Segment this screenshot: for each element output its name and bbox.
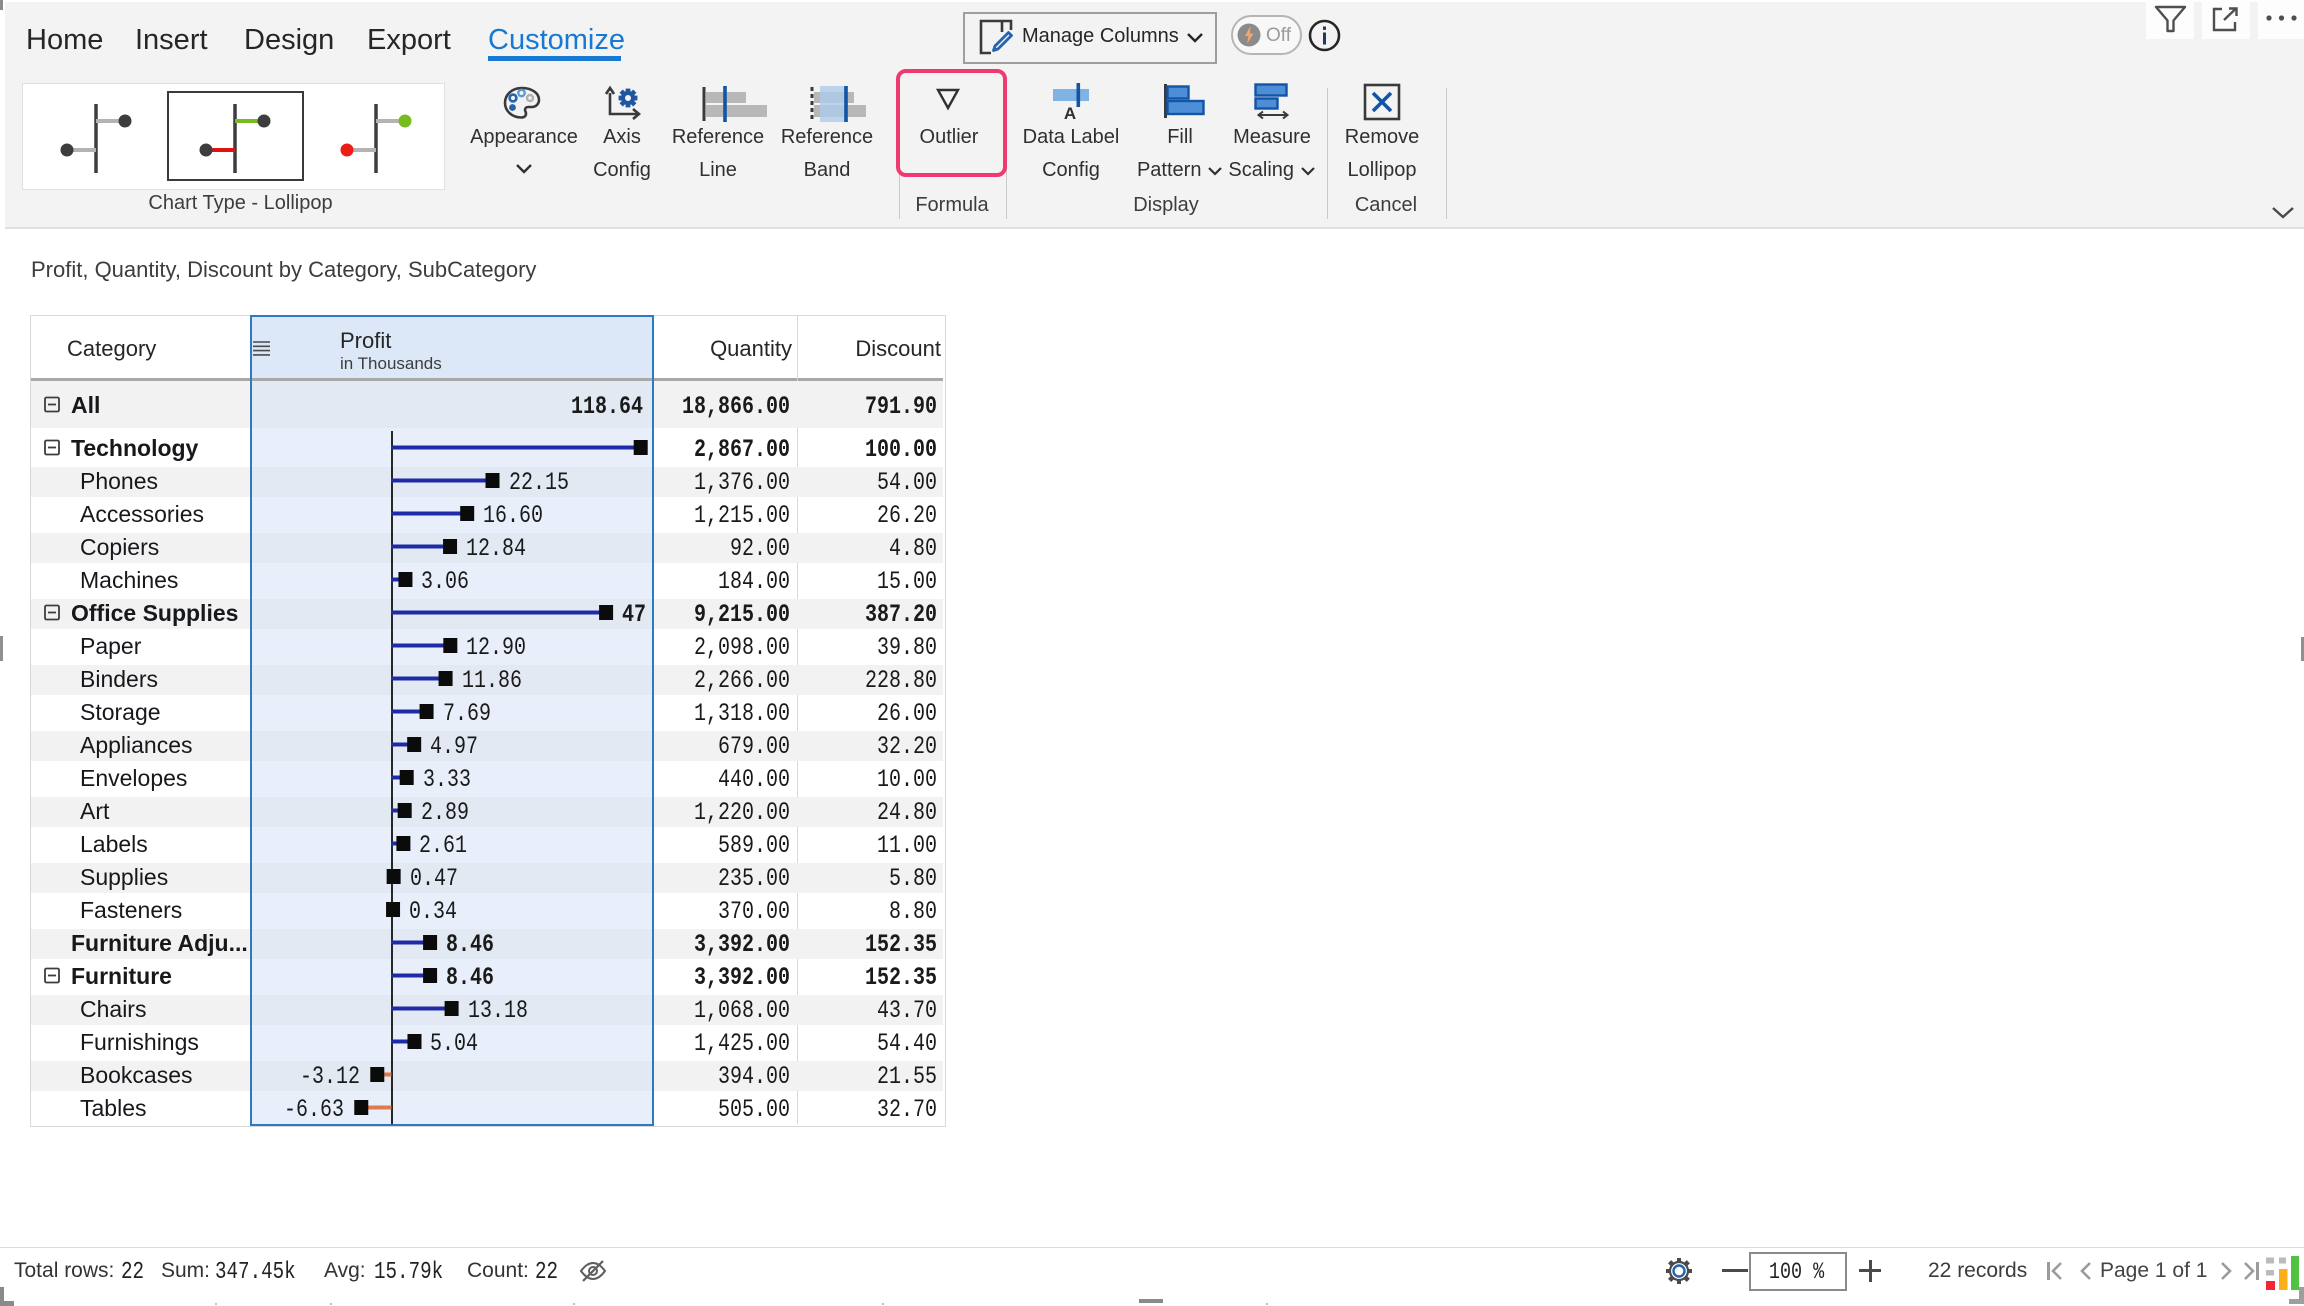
svg-text:A: A [1064,104,1076,123]
